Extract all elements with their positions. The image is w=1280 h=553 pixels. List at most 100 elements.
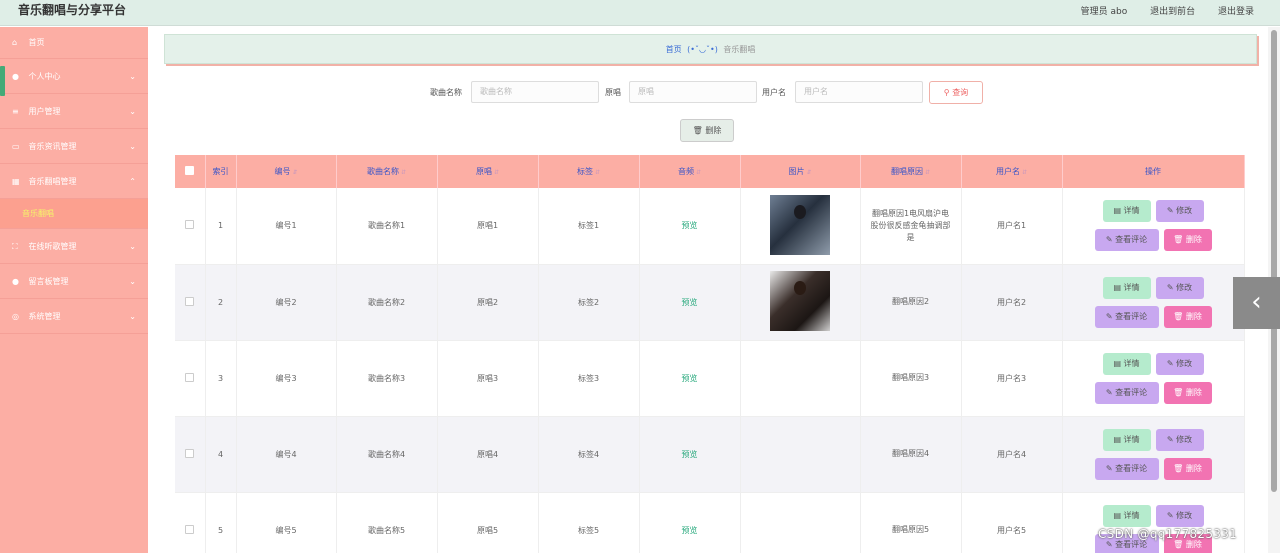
- select-all-cell[interactable]: [175, 155, 206, 188]
- modify-button[interactable]: ✎ 修改: [1155, 200, 1204, 223]
- header-audio[interactable]: 音频 ⇵: [639, 155, 741, 188]
- row-select-cell[interactable]: [175, 188, 206, 265]
- person-icon: ●: [12, 277, 19, 286]
- detail-button[interactable]: ▤ 详情: [1102, 200, 1151, 223]
- header-username-label: 用户名: [995, 167, 1020, 176]
- audio-preview-link[interactable]: 预览: [682, 298, 698, 307]
- modify-button[interactable]: ✎ 修改: [1155, 504, 1204, 527]
- detail-button[interactable]: ▤ 详情: [1102, 352, 1151, 375]
- view-comments-button[interactable]: ✎ 查看评论: [1094, 457, 1159, 480]
- edit-icon: ✎: [1105, 463, 1116, 473]
- row-select-cell[interactable]: [175, 492, 206, 553]
- cell-username: 用户名5: [961, 492, 1063, 553]
- delete-button[interactable]: 🗑 删除: [1163, 229, 1212, 252]
- header-song[interactable]: 歌曲名称 ⇵: [336, 155, 438, 188]
- cell-index: 5: [205, 492, 237, 553]
- audio-preview-link[interactable]: 预览: [682, 450, 698, 459]
- sidebar-item-cover-management[interactable]: ▦ 音乐翻唱管理 ⌃: [0, 164, 148, 199]
- trash-icon: 🗑: [1173, 463, 1186, 473]
- row-checkbox[interactable]: [185, 220, 195, 230]
- ops-row: ▤ 详情 ✎ 修改: [1102, 504, 1204, 527]
- document-icon: ▤: [1113, 510, 1124, 520]
- audio-preview-link[interactable]: 预览: [682, 526, 698, 535]
- sort-icon[interactable]: ⇵: [696, 169, 701, 176]
- header-username[interactable]: 用户名 ⇵: [961, 155, 1063, 188]
- song-name-input[interactable]: 歌曲名称: [471, 81, 599, 103]
- sidebar-subitem-music-cover[interactable]: 音乐翻唱: [0, 199, 148, 229]
- batch-delete-button[interactable]: 🗑 删除: [680, 119, 734, 142]
- home-icon: ⌂: [12, 38, 18, 47]
- header-number[interactable]: 编号 ⇵: [236, 155, 337, 188]
- front-link[interactable]: 退出到前台: [1150, 7, 1195, 17]
- modify-button[interactable]: ✎ 修改: [1155, 276, 1204, 299]
- row-checkbox[interactable]: [185, 524, 195, 534]
- sort-icon[interactable]: ⇵: [806, 169, 811, 176]
- view-comments-button[interactable]: ✎ 查看评论: [1094, 229, 1159, 252]
- detail-button[interactable]: ▤ 详情: [1102, 504, 1151, 527]
- cover-image[interactable]: [770, 271, 830, 331]
- delete-button[interactable]: 🗑 删除: [1163, 305, 1212, 328]
- audio-preview-link[interactable]: 预览: [682, 374, 698, 383]
- sidebar-item-system[interactable]: ◎ 系统管理 ⌄: [0, 299, 148, 334]
- chevron-left-icon[interactable]: ‹: [1233, 277, 1280, 329]
- modify-label: 修改: [1176, 282, 1193, 292]
- view-comments-button[interactable]: ✎ 查看评论: [1094, 305, 1159, 328]
- sidebar-item-label: 音乐资讯管理: [28, 142, 77, 151]
- header-reason[interactable]: 翻唱原因 ⇵: [860, 155, 962, 188]
- header-tag[interactable]: 标签 ⇵: [538, 155, 640, 188]
- edit-icon: ✎: [1166, 510, 1177, 520]
- cell-number: 编号4: [236, 416, 337, 493]
- ops-row: ▤ 详情 ✎ 修改: [1102, 428, 1204, 451]
- row-checkbox[interactable]: [185, 296, 195, 306]
- sort-icon[interactable]: ⇵: [1022, 169, 1027, 176]
- original-singer-input[interactable]: 原唱: [629, 81, 757, 103]
- header-original[interactable]: 原唱 ⇵: [437, 155, 539, 188]
- delete-button[interactable]: 🗑 删除: [1163, 381, 1212, 404]
- app-title: 音乐翻唱与分享平台: [18, 3, 127, 17]
- row-checkbox[interactable]: [185, 372, 195, 382]
- admin-user-label: 管理员 abo: [1080, 7, 1128, 17]
- detail-button[interactable]: ▤ 详情: [1102, 428, 1151, 451]
- view-comments-button[interactable]: ✎ 查看评论: [1094, 381, 1159, 404]
- sidebar-item-users[interactable]: ≡ 用户管理 ⌄: [0, 94, 148, 129]
- modify-button[interactable]: ✎ 修改: [1155, 428, 1204, 451]
- cell-operations: ▤ 详情 ✎ 修改 ✎ 查看评论 🗑 删除: [1062, 340, 1245, 417]
- top-bar: 音乐翻唱与分享平台 管理员 abo 退出到前台 退出登录: [0, 0, 1280, 26]
- username-label: 用户名: [762, 88, 786, 97]
- modify-button[interactable]: ✎ 修改: [1155, 352, 1204, 375]
- sort-icon[interactable]: ⇵: [401, 169, 406, 176]
- sidebar-item-home[interactable]: ⌂ 首页: [0, 27, 148, 59]
- cell-tag: 标签4: [538, 416, 640, 493]
- sort-icon[interactable]: ⇵: [925, 169, 930, 176]
- scrollbar-thumb[interactable]: [1271, 30, 1277, 492]
- row-select-cell[interactable]: [175, 416, 206, 493]
- logout-link[interactable]: 退出登录: [1218, 7, 1254, 17]
- sort-icon[interactable]: ⇵: [494, 169, 499, 176]
- sidebar-item-personal[interactable]: ● 个人中心 ⌄: [0, 59, 148, 94]
- cell-operations: ▤ 详情 ✎ 修改 ✎ 查看评论 🗑 删除: [1062, 492, 1245, 553]
- sort-icon[interactable]: ⇵: [292, 169, 297, 176]
- modify-label: 修改: [1176, 510, 1193, 520]
- reason-text: 翻唱原因3: [891, 373, 930, 382]
- row-select-cell[interactable]: [175, 340, 206, 417]
- sidebar-item-message-board[interactable]: ● 留言板管理 ⌄: [0, 264, 148, 299]
- row-select-cell[interactable]: [175, 264, 206, 341]
- select-all-checkbox[interactable]: [185, 166, 195, 175]
- cell-tag: 标签3: [538, 340, 640, 417]
- chevron-up-icon: ⌃: [129, 177, 136, 186]
- detail-button[interactable]: ▤ 详情: [1102, 276, 1151, 299]
- audio-preview-link[interactable]: 预览: [682, 221, 698, 230]
- cell-tag: 标签2: [538, 264, 640, 341]
- username-input[interactable]: 用户名: [795, 81, 923, 103]
- sidebar-item-online-listening[interactable]: ⛶ 在线听歌管理 ⌄: [0, 229, 148, 264]
- header-image-label: 图片: [788, 167, 805, 176]
- sort-icon[interactable]: ⇵: [595, 169, 600, 176]
- query-button[interactable]: ⚲ 查询: [929, 81, 983, 104]
- cell-song: 歌曲名称4: [336, 416, 438, 493]
- header-image[interactable]: 图片 ⇵: [740, 155, 861, 188]
- breadcrumb-home[interactable]: 首页: [666, 45, 682, 54]
- sidebar-item-music-news[interactable]: ▭ 音乐资讯管理 ⌄: [0, 129, 148, 164]
- row-checkbox[interactable]: [185, 448, 195, 458]
- cover-image[interactable]: [770, 194, 830, 255]
- delete-button[interactable]: 🗑 删除: [1163, 457, 1212, 480]
